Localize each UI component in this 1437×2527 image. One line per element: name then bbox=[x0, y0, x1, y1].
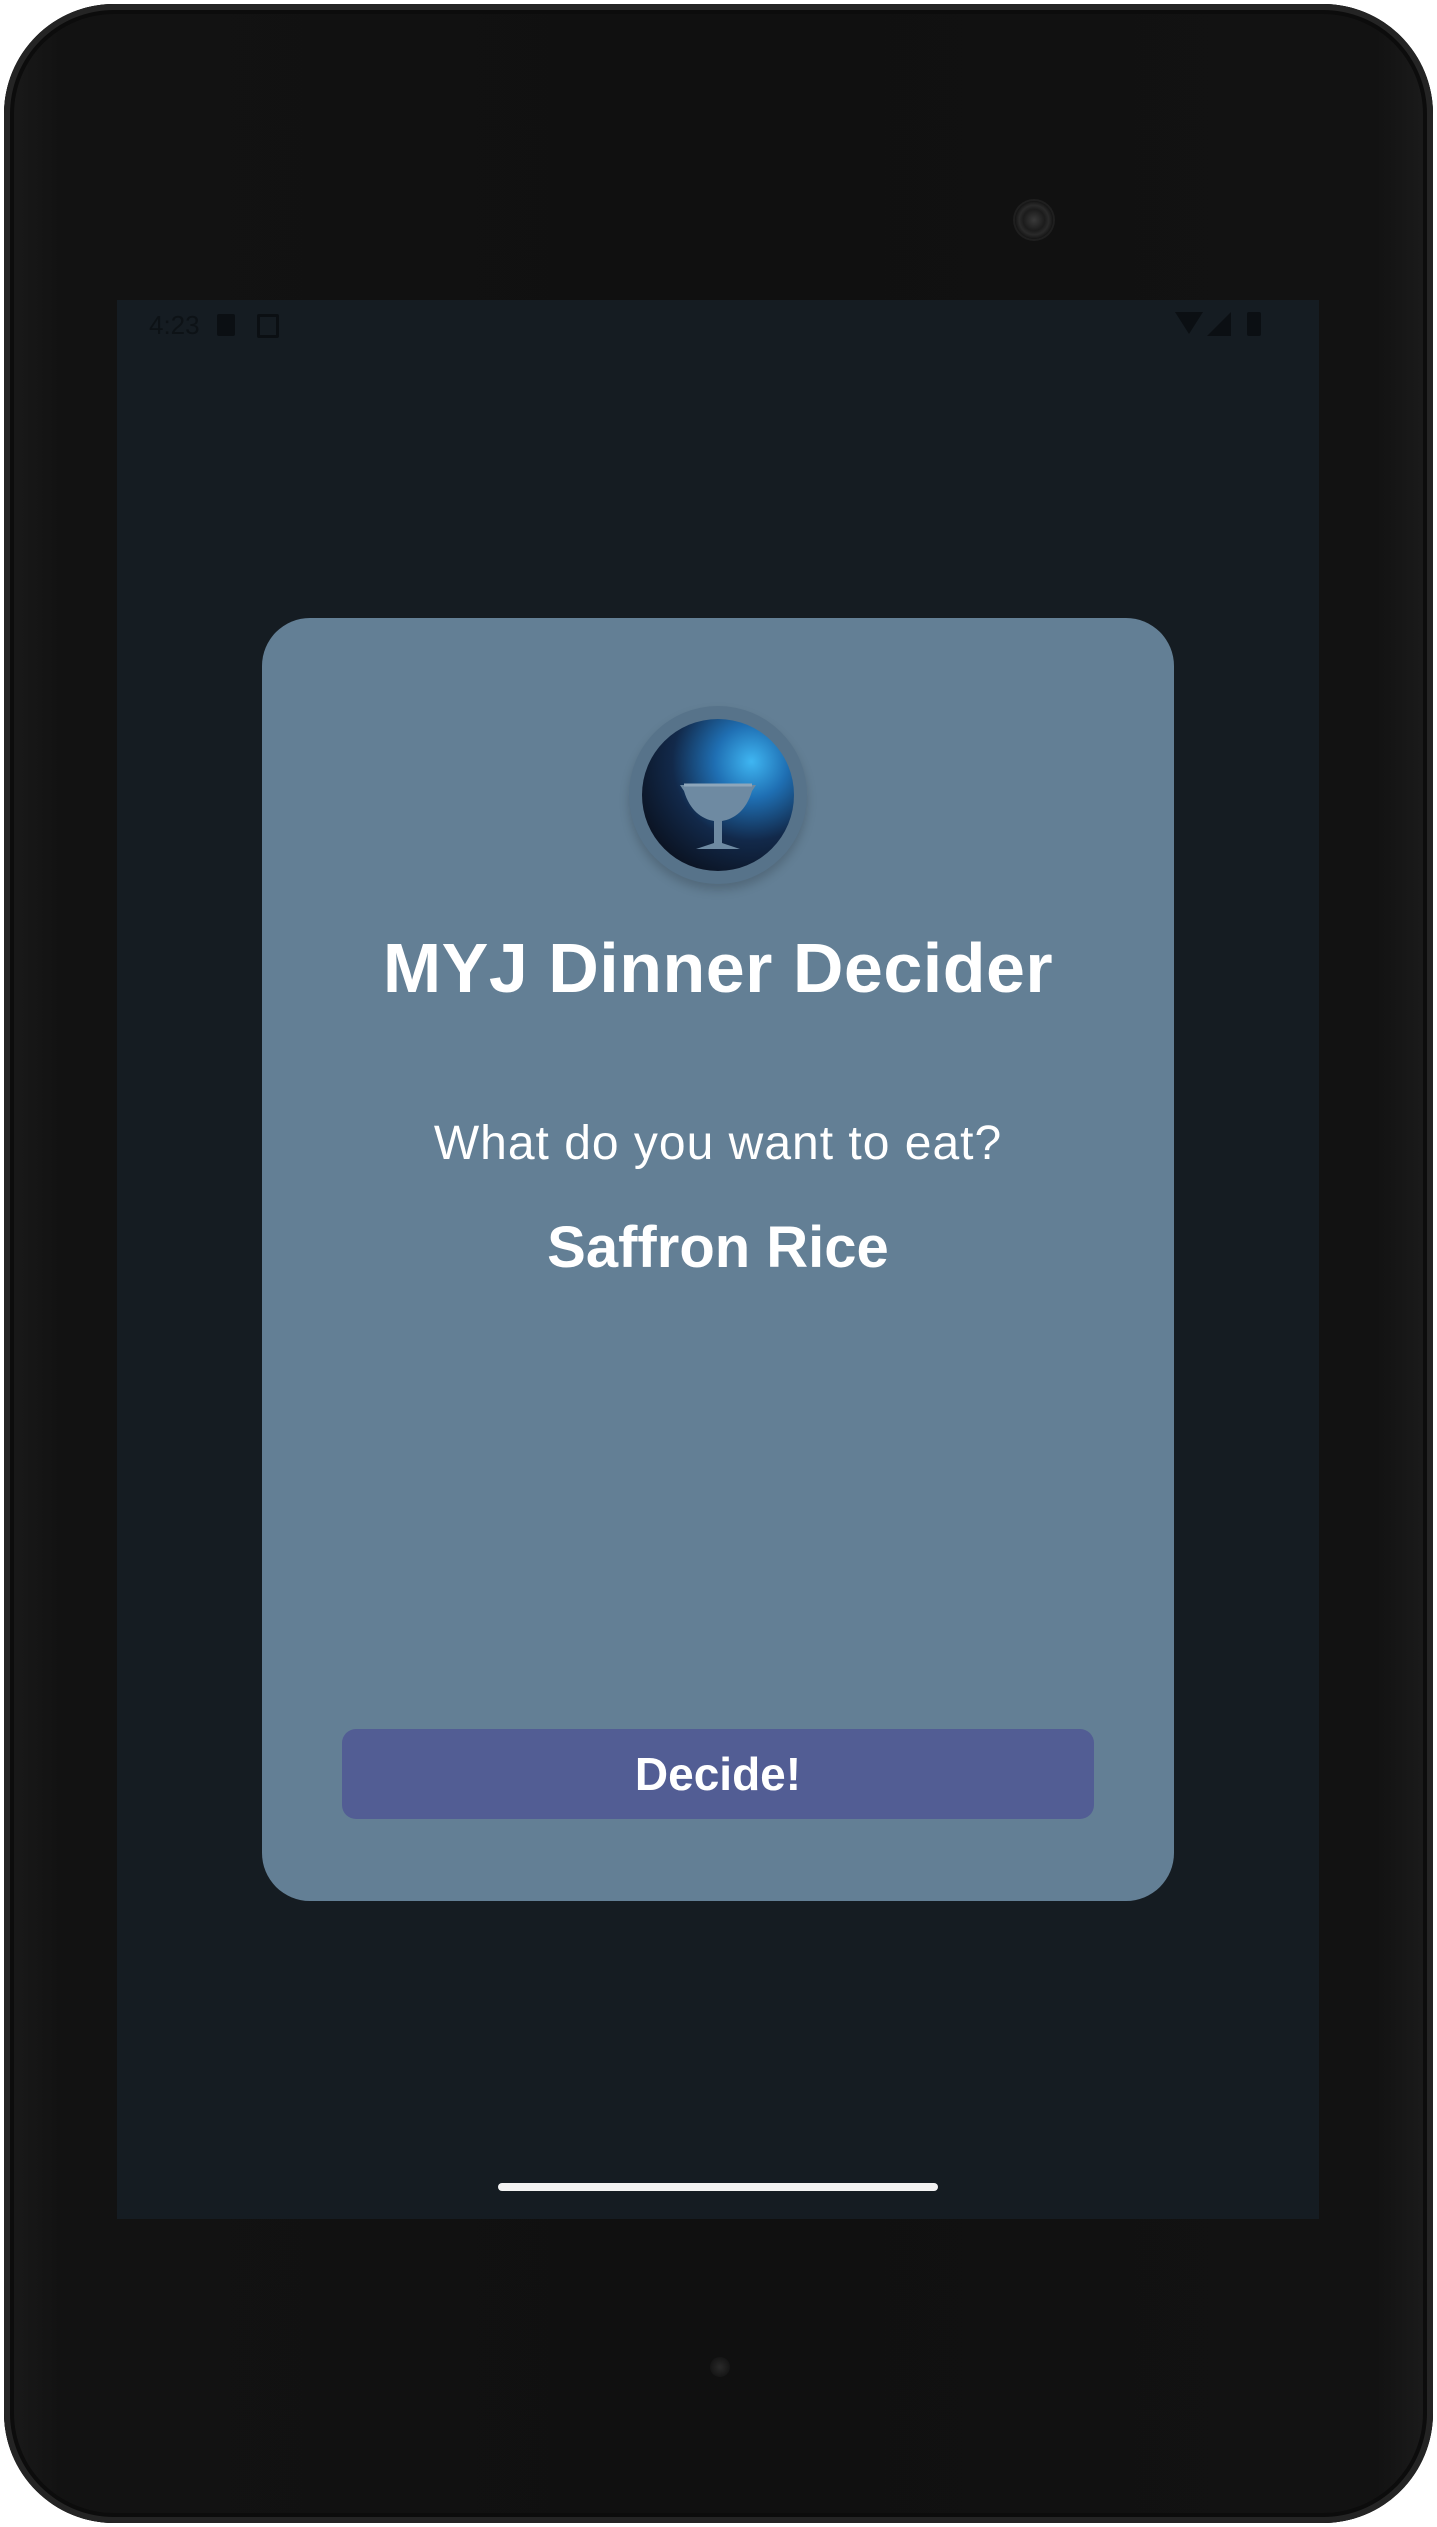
status-time: 4:23 bbox=[149, 310, 200, 340]
battery-icon bbox=[1247, 312, 1261, 336]
prompt-text: What do you want to eat? bbox=[433, 1117, 1003, 1170]
app-logo bbox=[629, 706, 807, 884]
signal-icon bbox=[1207, 312, 1231, 336]
decide-button[interactable]: Decide! bbox=[342, 1729, 1094, 1819]
home-indicator[interactable] bbox=[498, 2183, 938, 2191]
bottom-sensor bbox=[710, 2357, 730, 2377]
app-screen: 4:23 MYJ Dinner Decider What do you want… bbox=[117, 300, 1319, 2219]
front-camera bbox=[1015, 201, 1053, 239]
sd-card-icon bbox=[217, 314, 235, 336]
cup-icon bbox=[642, 719, 794, 871]
dinner-result: Saffron Rice bbox=[547, 1215, 889, 1280]
wifi-icon bbox=[1175, 312, 1203, 334]
app-title: MYJ Dinner Decider bbox=[382, 929, 1054, 1007]
decider-card: MYJ Dinner Decider What do you want to e… bbox=[262, 618, 1174, 1901]
status-bar: 4:23 bbox=[117, 300, 1319, 350]
screenshot-icon bbox=[257, 314, 279, 338]
